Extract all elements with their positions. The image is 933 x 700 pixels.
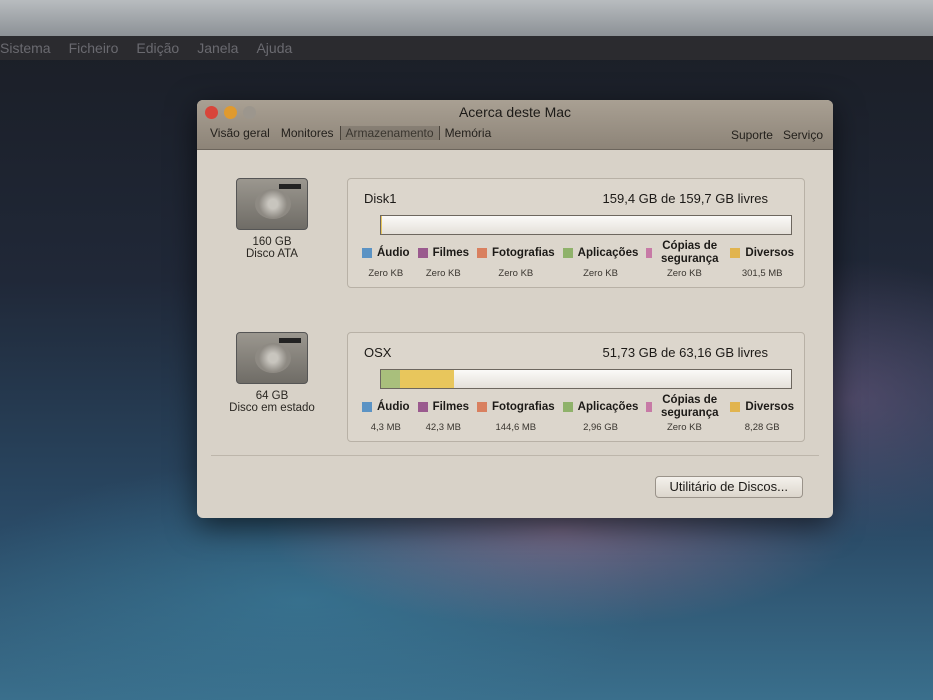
category-label: Cópias de segurança xyxy=(660,394,719,419)
category-size: Zero KB xyxy=(368,268,404,279)
legend-item: Fotografias Zero KB xyxy=(477,239,555,279)
disk-info: 64 GB Disco em estado xyxy=(217,332,327,414)
legend-item: Diversos 8,28 GB xyxy=(730,393,794,433)
menu-edicao[interactable]: Edição xyxy=(136,40,179,56)
category-label: Filmes xyxy=(432,247,470,259)
category-label: Fotografias xyxy=(492,247,555,259)
color-swatch xyxy=(362,248,372,258)
color-swatch xyxy=(562,248,573,258)
usage-bar xyxy=(380,215,792,235)
legend-item: Aplicações Zero KB xyxy=(562,239,639,279)
disk-type: Disco ATA xyxy=(246,248,298,260)
category-label: Diversos xyxy=(745,401,794,413)
category-size: Zero KB xyxy=(498,268,534,279)
color-swatch xyxy=(730,248,741,258)
usage-applications xyxy=(381,370,401,388)
category-size: 301,5 MB xyxy=(741,268,783,279)
legend-item: Áudio 4,3 MB xyxy=(362,393,410,433)
volume-panel: OSX 51,73 GB de 63,16 GB livres Áudio 4,3… xyxy=(347,332,805,442)
category-size: 8,28 GB xyxy=(744,422,780,433)
usage-bar xyxy=(380,369,792,389)
tab-servico[interactable]: Serviço xyxy=(783,128,823,142)
legend-item: Diversos 301,5 MB xyxy=(730,239,794,279)
tab-armazenamento[interactable]: Armazenamento xyxy=(339,126,440,140)
category-label: Diversos xyxy=(745,247,794,259)
window-title: Acerca deste Mac xyxy=(458,104,572,120)
tab-monitores[interactable]: Monitores xyxy=(276,126,340,140)
category-size: Zero KB xyxy=(425,268,461,279)
divider xyxy=(211,455,819,456)
legend-item: Filmes Zero KB xyxy=(417,239,470,279)
disk-utility-button[interactable]: Utilitário de Discos... xyxy=(654,476,803,498)
legend-item: Aplicações 2,96 GB xyxy=(562,393,639,433)
disk-capacity: 160 GB xyxy=(252,236,292,248)
category-size: 144,6 MB xyxy=(495,422,537,433)
menu-ajuda[interactable]: Ajuda xyxy=(256,40,292,56)
color-swatch xyxy=(646,402,653,412)
color-swatch xyxy=(477,248,488,258)
category-size: Zero KB xyxy=(666,422,702,433)
volume-free-space: 51,73 GB de 63,16 GB livres xyxy=(602,345,768,360)
about-this-mac-window: Acerca deste Mac Visão geral Monitores A… xyxy=(197,100,833,518)
category-size: 4,3 MB xyxy=(370,422,401,433)
menu-ficheiro[interactable]: Ficheiro xyxy=(69,40,119,56)
category-label: Aplicações xyxy=(577,401,639,413)
category-label: Filmes xyxy=(432,401,470,413)
category-size: Zero KB xyxy=(583,268,618,279)
hard-drive-icon xyxy=(236,178,308,230)
menu-janela[interactable]: Janela xyxy=(197,40,238,56)
category-label: Fotografias xyxy=(492,401,555,413)
category-label: Áudio xyxy=(377,401,410,413)
category-size: Zero KB xyxy=(666,268,702,279)
legend-item: Fotografias 144,6 MB xyxy=(477,393,555,433)
usage-misc xyxy=(400,370,454,388)
category-size: 2,96 GB xyxy=(583,422,618,433)
legend-item: Cópias de segurança Zero KB xyxy=(646,239,722,279)
legend-item: Cópias de segurança Zero KB xyxy=(646,393,722,433)
color-swatch xyxy=(646,248,653,258)
category-label: Cópias de segurança xyxy=(660,240,719,265)
category-label: Áudio xyxy=(377,247,410,259)
color-swatch xyxy=(730,402,741,412)
color-swatch xyxy=(417,402,428,412)
title-bar: Acerca deste Mac Visão geral Monitores A… xyxy=(197,100,833,150)
tab-suporte[interactable]: Suporte xyxy=(731,128,773,142)
category-label: Aplicações xyxy=(577,247,639,259)
bezel xyxy=(0,0,933,36)
color-swatch xyxy=(362,402,372,412)
disk-info: 160 GB Disco ATA xyxy=(217,178,327,260)
disk-capacity: 64 GB xyxy=(255,390,289,402)
disk-type: Disco em estado xyxy=(229,402,315,414)
usage-misc xyxy=(381,216,382,234)
color-swatch xyxy=(477,402,488,412)
color-swatch xyxy=(562,402,573,412)
legend-item: Áudio Zero KB xyxy=(362,239,410,279)
color-swatch xyxy=(417,248,428,258)
menu-sistema[interactable]: Sistema xyxy=(0,40,51,56)
volume-name: Disk1 xyxy=(364,191,397,206)
volume-name: OSX xyxy=(364,345,392,360)
legend-item: Filmes 42,3 MB xyxy=(417,393,470,433)
menu-bar: Sistema Ficheiro Edição Janela Ajuda xyxy=(0,36,933,60)
tab-memoria[interactable]: Memória xyxy=(440,126,498,140)
tab-visao-geral[interactable]: Visão geral xyxy=(205,126,276,140)
category-size: 42,3 MB xyxy=(425,422,461,433)
hard-drive-icon xyxy=(236,332,308,384)
volume-panel: Disk1 159,4 GB de 159,7 GB livres Áudio Z… xyxy=(347,178,805,288)
volume-free-space: 159,4 GB de 159,7 GB livres xyxy=(602,191,768,206)
